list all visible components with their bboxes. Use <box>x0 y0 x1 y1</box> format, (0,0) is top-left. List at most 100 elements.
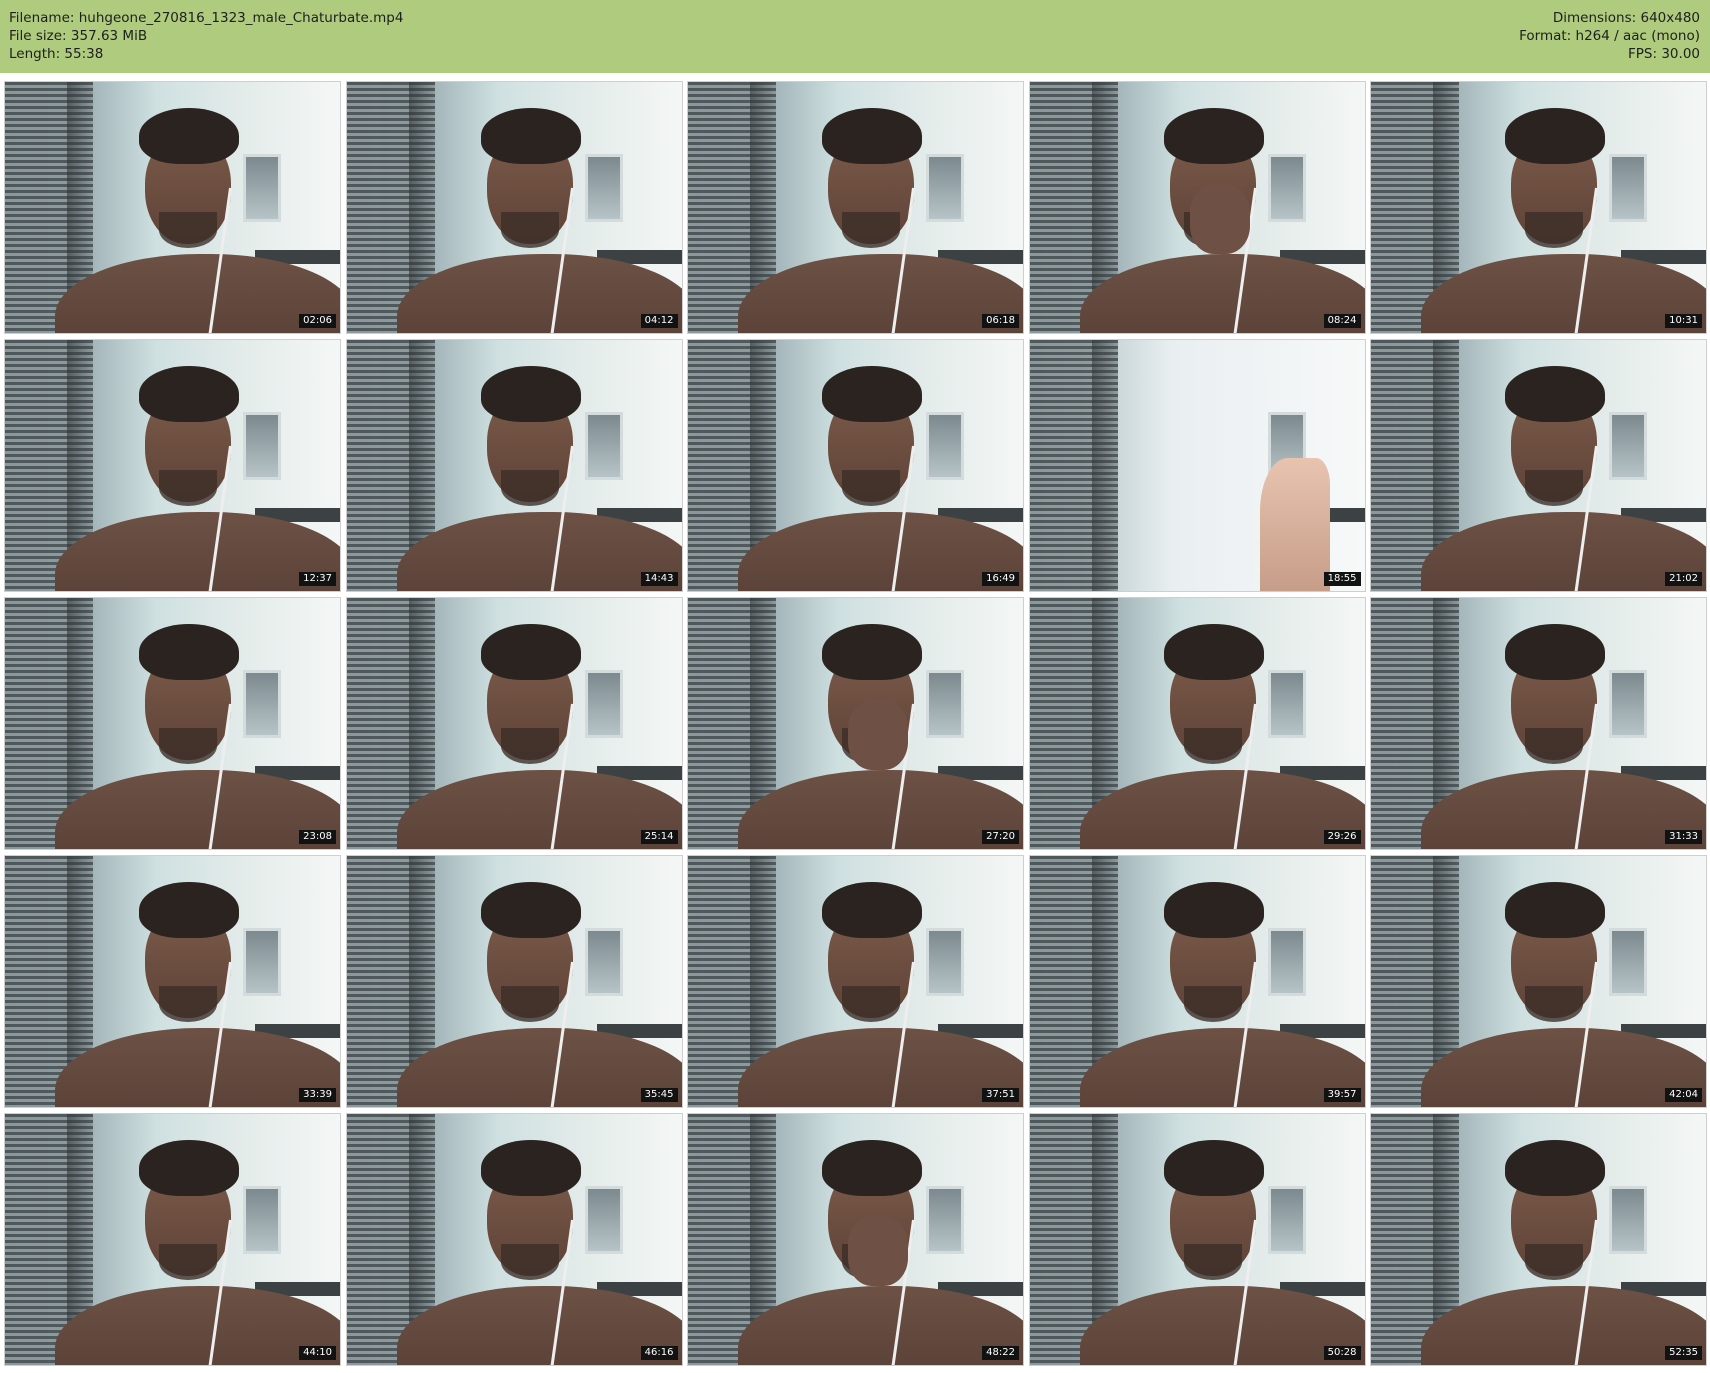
thumbnail-timestamp: 44:10 <box>299 1346 336 1360</box>
hair <box>822 366 922 422</box>
torso <box>1079 1286 1365 1365</box>
video-thumbnail[interactable]: 44:10 <box>5 1114 340 1365</box>
hair <box>1505 624 1605 680</box>
torso <box>1421 1028 1706 1107</box>
person-figure <box>396 620 682 849</box>
thumbnail-timestamp: 12:37 <box>299 572 336 586</box>
length-text: Length: 55:38 <box>9 46 104 62</box>
torso <box>55 770 340 849</box>
file-info-right: Dimensions: 640x480 Format: h264 / aac (… <box>1519 9 1700 63</box>
video-thumbnail[interactable]: 16:49 <box>688 340 1023 591</box>
hair <box>822 1140 922 1196</box>
info-header: Filename: huhgeone_270816_1323_male_Chat… <box>0 0 1710 73</box>
thumbnail-timestamp: 18:55 <box>1323 572 1361 586</box>
torso <box>738 512 1023 591</box>
torso <box>1079 254 1365 333</box>
beard <box>842 470 900 506</box>
thumbnail-timestamp: 50:28 <box>1323 1346 1361 1360</box>
video-thumbnail[interactable]: 29:26 <box>1029 598 1365 849</box>
torso <box>396 254 682 333</box>
hair <box>1505 882 1605 938</box>
video-thumbnail[interactable]: 35:45 <box>346 856 682 1107</box>
hair <box>480 624 581 680</box>
person-figure <box>396 362 682 591</box>
beard <box>1525 212 1583 248</box>
video-thumbnail[interactable]: 48:22 <box>688 1114 1023 1365</box>
file-info-left: Filename: huhgeone_270816_1323_male_Chat… <box>9 9 403 63</box>
video-thumbnail[interactable]: 04:12 <box>346 82 682 333</box>
person-figure <box>1079 878 1365 1107</box>
thumbnail-timestamp: 14:43 <box>640 572 678 586</box>
video-thumbnail[interactable]: 08:24 <box>1029 82 1365 333</box>
torso <box>738 254 1023 333</box>
video-thumbnail[interactable]: 23:08 <box>5 598 340 849</box>
thumbnail-timestamp: 02:06 <box>299 314 336 328</box>
thumbnail-grid: 02:06 04:12 06:18 08:24 10:31 12:37 14:43 16:49… <box>5 82 1706 1365</box>
video-thumbnail[interactable]: 50:28 <box>1029 1114 1365 1365</box>
thumbnail-timestamp: 52:35 <box>1665 1346 1702 1360</box>
video-thumbnail[interactable]: 10:31 <box>1371 82 1706 333</box>
video-thumbnail[interactable]: 18:55 <box>1029 340 1365 591</box>
person-figure <box>396 1136 682 1365</box>
hair <box>1163 882 1264 938</box>
hair <box>1163 624 1264 680</box>
video-thumbnail[interactable]: 06:18 <box>688 82 1023 333</box>
person-figure <box>1421 878 1706 1107</box>
video-thumbnail[interactable]: 52:35 <box>1371 1114 1706 1365</box>
person-figure <box>1421 620 1706 849</box>
hair <box>1505 366 1605 422</box>
thumbnail-timestamp: 06:18 <box>982 314 1019 328</box>
hair <box>139 366 239 422</box>
video-thumbnail[interactable]: 21:02 <box>1371 340 1706 591</box>
beard <box>1525 470 1583 506</box>
format-text: Format: h264 / aac (mono) <box>1519 28 1700 44</box>
video-thumbnail[interactable]: 14:43 <box>346 340 682 591</box>
beard <box>159 470 217 506</box>
torso <box>1421 254 1706 333</box>
torso <box>55 512 340 591</box>
hair <box>139 108 239 164</box>
person-figure <box>738 620 1023 849</box>
person-back-figure <box>1259 458 1330 591</box>
thumbnail-timestamp: 46:16 <box>640 1346 678 1360</box>
video-thumbnail[interactable]: 37:51 <box>688 856 1023 1107</box>
beard <box>159 212 217 248</box>
torso <box>396 512 682 591</box>
person-figure <box>1421 104 1706 333</box>
video-thumbnail[interactable]: 25:14 <box>346 598 682 849</box>
thumbnail-timestamp: 08:24 <box>1323 314 1361 328</box>
torso <box>1079 770 1365 849</box>
hair <box>139 624 239 680</box>
video-thumbnail[interactable]: 42:04 <box>1371 856 1706 1107</box>
person-figure <box>1079 1136 1365 1365</box>
video-thumbnail[interactable]: 33:39 <box>5 856 340 1107</box>
beard <box>159 986 217 1022</box>
video-thumbnail[interactable]: 31:33 <box>1371 598 1706 849</box>
thumbnail-timestamp: 04:12 <box>640 314 678 328</box>
person-figure <box>1421 1136 1706 1365</box>
video-thumbnail[interactable]: 46:16 <box>346 1114 682 1365</box>
thumbnail-timestamp: 23:08 <box>299 830 336 844</box>
beard <box>500 470 559 506</box>
person-figure <box>1421 362 1706 591</box>
video-thumbnail[interactable]: 02:06 <box>5 82 340 333</box>
video-thumbnail[interactable]: 39:57 <box>1029 856 1365 1107</box>
video-thumbnail[interactable]: 27:20 <box>688 598 1023 849</box>
beard <box>842 212 900 248</box>
beard <box>159 1244 217 1280</box>
torso <box>396 770 682 849</box>
person-figure <box>738 878 1023 1107</box>
hair <box>480 1140 581 1196</box>
torso <box>738 1028 1023 1107</box>
beard <box>1525 728 1583 764</box>
thumbnail-timestamp: 35:45 <box>640 1088 678 1102</box>
thumbnail-timestamp: 48:22 <box>982 1346 1019 1360</box>
video-thumbnail[interactable]: 12:37 <box>5 340 340 591</box>
beard <box>500 1244 559 1280</box>
hair <box>822 624 922 680</box>
thumbnail-timestamp: 39:57 <box>1323 1088 1361 1102</box>
torso <box>738 770 1023 849</box>
thumbnail-timestamp: 31:33 <box>1665 830 1702 844</box>
person-figure <box>55 1136 340 1365</box>
beard <box>1183 728 1242 764</box>
